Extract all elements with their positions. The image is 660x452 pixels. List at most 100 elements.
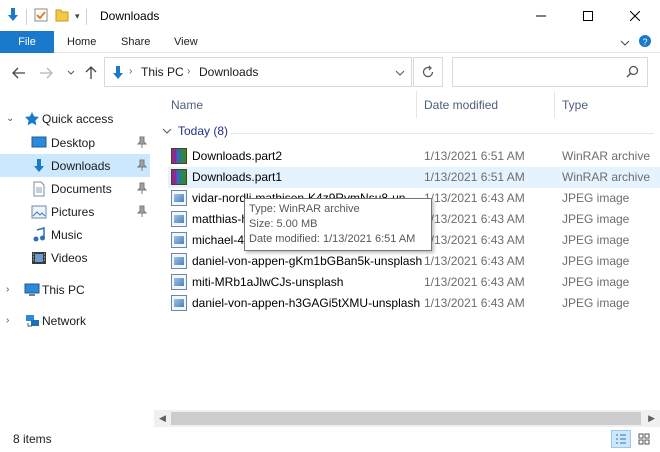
nav-item-desktop[interactable]: Desktop [0, 131, 150, 154]
nav-item-label: Music [51, 227, 83, 242]
column-header-name[interactable]: Name [171, 91, 203, 118]
pin-icon [136, 182, 148, 197]
expand-chevron-icon[interactable]: › [6, 284, 16, 295]
properties-icon[interactable] [33, 7, 49, 26]
ribbon-right-controls: ? [620, 34, 652, 51]
address-dropdown-chevron-icon[interactable] [395, 66, 405, 80]
collapse-chevron-icon[interactable] [162, 127, 172, 135]
file-row[interactable]: daniel-von-appen-h3GAGi5tXMU-unsplash 1/… [168, 293, 660, 314]
jpeg-icon [171, 190, 187, 206]
tooltip-size: Size: 5.00 MB [249, 218, 318, 230]
nav-item-label: Documents [51, 181, 112, 196]
pin-icon [136, 159, 148, 174]
column-header-type[interactable]: Type [562, 91, 588, 118]
pictures-icon [31, 204, 47, 220]
file-date: 1/13/2021 6:51 AM [424, 149, 525, 163]
details-view-button[interactable] [611, 430, 631, 448]
search-input[interactable] [452, 57, 648, 87]
file-date: 1/13/2021 6:43 AM [424, 212, 525, 226]
file-row[interactable]: Downloads.part2 1/13/2021 6:51 AM WinRAR… [168, 146, 660, 167]
file-row[interactable]: miti-MRb1aJlwCJs-unsplash 1/13/2021 6:43… [168, 272, 660, 293]
file-type: WinRAR archive [562, 149, 651, 163]
nav-network[interactable]: › Network [0, 309, 150, 332]
nav-this-pc[interactable]: › This PC [0, 278, 150, 301]
column-divider[interactable] [416, 91, 417, 118]
collapse-chevron-icon[interactable]: ⌄ [6, 113, 16, 124]
file-row[interactable]: Downloads.part1 1/13/2021 6:51 AM WinRAR… [168, 167, 660, 188]
jpeg-icon [171, 274, 187, 290]
expand-ribbon-chevron-icon[interactable] [620, 36, 630, 50]
nav-item-label: Videos [51, 250, 88, 265]
ribbon-tabs: File Home Share View ? [0, 31, 660, 53]
close-button[interactable] [612, 0, 658, 31]
tab-home[interactable]: Home [67, 31, 96, 53]
title-bar: ▾ Downloads [0, 0, 660, 31]
computer-icon [24, 282, 40, 298]
recent-locations-chevron-icon[interactable] [62, 64, 80, 82]
videos-icon [31, 250, 47, 266]
file-info-tooltip: Type: WinRAR archive Size: 5.00 MB Date … [244, 198, 432, 251]
network-icon [24, 313, 40, 329]
help-icon[interactable]: ? [638, 34, 652, 51]
refresh-button[interactable] [413, 57, 443, 87]
nav-item-label: Pictures [51, 204, 95, 219]
navigation-pane: ⌄ Quick access Desktop Downloads Documen… [0, 96, 150, 426]
nav-item-downloads[interactable]: Downloads [0, 154, 150, 177]
star-icon [24, 111, 40, 127]
file-date: 1/13/2021 6:43 AM [424, 233, 525, 247]
file-type: JPEG image [562, 233, 630, 247]
group-label: Today (8) [178, 124, 229, 138]
up-button[interactable] [82, 64, 100, 82]
scroll-left-icon[interactable]: ◀ [159, 413, 166, 424]
breadcrumb-this-pc[interactable]: This PC [141, 65, 184, 79]
file-date: 1/13/2021 6:43 AM [424, 275, 525, 289]
address-bar[interactable]: › This PC › Downloads [104, 57, 412, 87]
search-icon [626, 65, 639, 81]
jpeg-icon [171, 253, 187, 269]
jpeg-icon [171, 211, 187, 227]
pin-icon [136, 205, 148, 220]
horizontal-scrollbar[interactable]: ◀ ▶ [154, 410, 660, 427]
tab-view[interactable]: View [174, 31, 198, 53]
file-date: 1/13/2021 6:43 AM [424, 254, 525, 268]
file-row[interactable]: daniel-von-appen-gKm1bGBan5k-unsplash 1/… [168, 251, 660, 272]
file-type: JPEG image [562, 296, 630, 310]
file-type: JPEG image [562, 212, 630, 226]
file-date: 1/13/2021 6:51 AM [424, 170, 525, 184]
file-name: daniel-von-appen-gKm1bGBan5k-unsplash [192, 254, 423, 268]
scroll-right-icon[interactable]: ▶ [648, 413, 655, 424]
new-folder-icon[interactable] [55, 7, 69, 26]
column-divider[interactable] [554, 91, 555, 118]
customize-toolbar-chevron-icon[interactable]: ▾ [75, 11, 80, 22]
nav-item-music[interactable]: Music [0, 223, 150, 246]
tab-share[interactable]: Share [121, 31, 150, 53]
tab-file[interactable]: File [0, 31, 54, 53]
file-name: Downloads.part2 [192, 149, 283, 163]
group-header-today[interactable]: Today (8) [162, 124, 228, 138]
column-header-date-modified[interactable]: Date modified [424, 91, 498, 118]
nav-item-label: Downloads [51, 158, 111, 173]
breadcrumb-chevron-icon[interactable]: › [187, 66, 190, 77]
large-icons-view-button[interactable] [634, 430, 654, 448]
svg-text:?: ? [642, 37, 647, 47]
nav-item-videos[interactable]: Videos [0, 246, 150, 269]
file-date: 1/13/2021 6:43 AM [424, 296, 525, 310]
file-type: JPEG image [562, 191, 630, 205]
nav-quick-access-label: Quick access [42, 111, 114, 126]
nav-item-documents[interactable]: Documents [0, 177, 150, 200]
maximize-button[interactable] [565, 0, 611, 31]
forward-button[interactable] [37, 64, 55, 82]
back-button[interactable] [10, 64, 28, 82]
nav-item-pictures[interactable]: Pictures [0, 200, 150, 223]
nav-quick-access[interactable]: ⌄ Quick access [0, 107, 150, 130]
scrollbar-thumb[interactable] [171, 412, 641, 425]
expand-chevron-icon[interactable]: › [6, 315, 16, 326]
breadcrumb-chevron-icon[interactable]: › [129, 66, 132, 77]
file-date: 1/13/2021 6:43 AM [424, 191, 525, 205]
minimize-button[interactable] [518, 0, 564, 31]
breadcrumb-downloads[interactable]: Downloads [199, 65, 258, 79]
downloads-folder-icon [6, 7, 20, 26]
downloads-icon [31, 158, 47, 174]
nav-this-pc-label: This PC [42, 282, 85, 297]
jpeg-icon [171, 232, 187, 248]
